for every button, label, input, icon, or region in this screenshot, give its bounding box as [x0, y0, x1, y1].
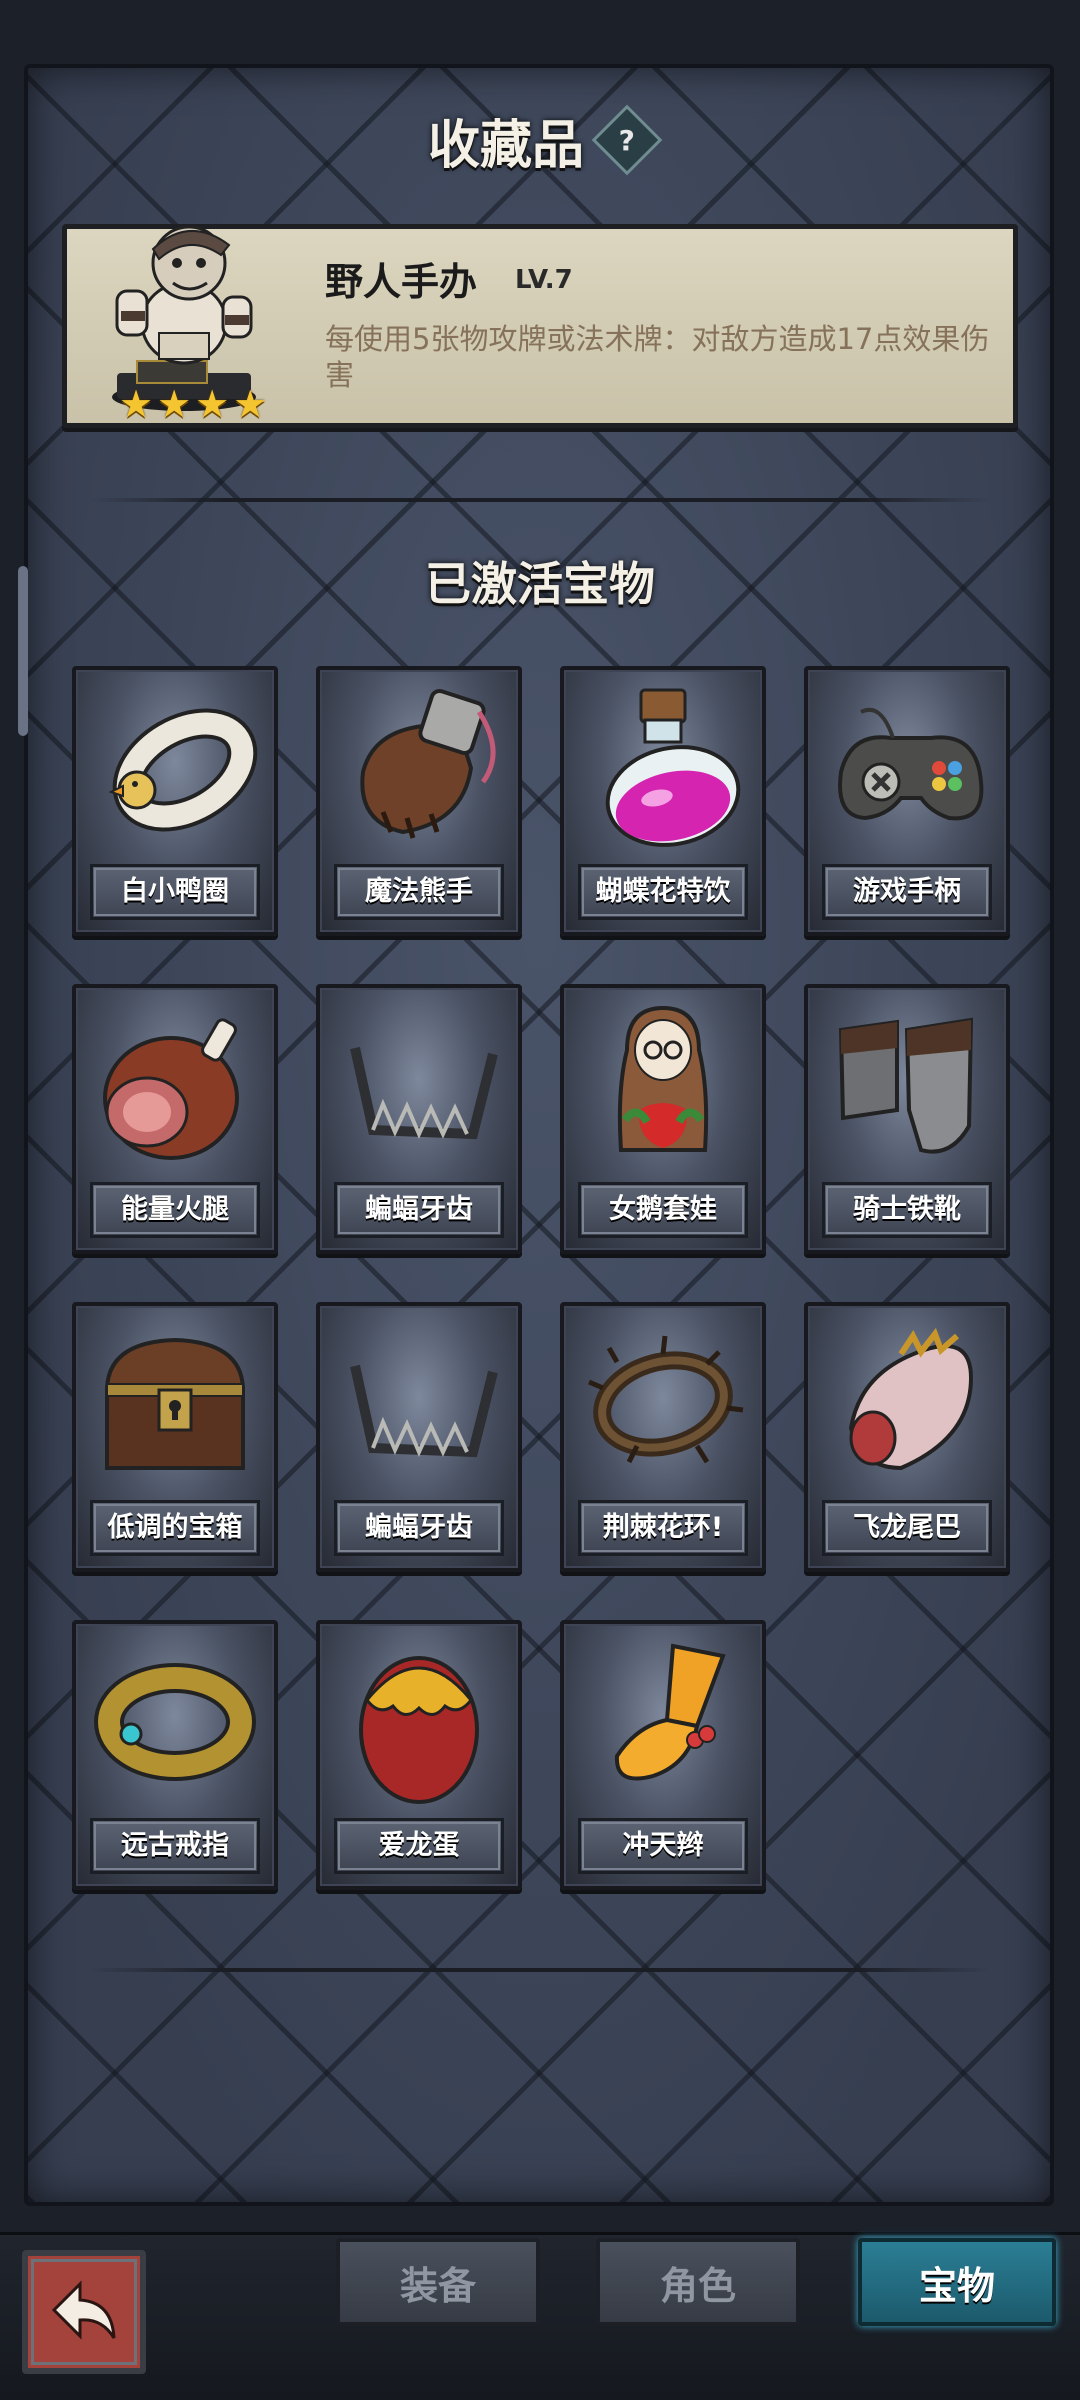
gamepad-icon	[838, 707, 984, 821]
treasure-slot[interactable]: 游戏手柄	[804, 666, 1010, 936]
bat-teeth-icon	[350, 1364, 498, 1458]
dragon-egg-icon	[359, 1656, 479, 1804]
section-title: 已激活宝物	[425, 557, 655, 611]
thorn-wreath-icon	[588, 1335, 744, 1464]
tab-treasure[interactable]: 宝物	[858, 2238, 1056, 2326]
treasure-label: 飞龙尾巴	[822, 1500, 992, 1556]
treasure-slot[interactable]: 荆棘花环!	[560, 1302, 766, 1572]
treasure-label: 远古戒指	[90, 1818, 260, 1874]
treasure-slot[interactable]: 远古戒指	[72, 1620, 278, 1890]
treasure-label: 蝴蝶花特饮	[578, 864, 748, 920]
treasure-label: 白小鸭圈	[90, 864, 260, 920]
divider	[90, 1968, 990, 1972]
treasure-label: 爱龙蛋	[334, 1818, 504, 1874]
matryoshka-icon	[617, 1005, 709, 1152]
page-title: 收藏品	[427, 115, 584, 176]
treasure-slot[interactable]: 蝙蝠牙齿	[316, 984, 522, 1254]
treasure-slot[interactable]: 低调的宝箱	[72, 1302, 278, 1572]
collectible-description: 每使用5张物攻牌或法术牌：对敌方造成17点效果伤害	[325, 322, 990, 392]
treasure-label: 女鹅套娃	[578, 1182, 748, 1238]
treasure-slot[interactable]: 骑士铁靴	[804, 984, 1010, 1254]
treasure-label: 魔法熊手	[334, 864, 504, 920]
treasure-label: 荆棘花环!	[578, 1500, 748, 1556]
star-icon: ★	[233, 382, 268, 426]
ancient-ring-icon	[94, 1663, 256, 1781]
ham-icon	[103, 1018, 239, 1160]
star-rating: ★ ★ ★ ★	[119, 385, 267, 423]
dragon-tail-icon	[848, 1327, 974, 1471]
help-icon: ?	[618, 123, 636, 157]
treasure-chest-icon	[104, 1337, 246, 1470]
header: 收藏品 ?	[0, 100, 1080, 180]
collectible-card[interactable]: ★ ★ ★ ★ 野人手办 LV.7 每使用5张物攻牌或法术牌：对敌方造成17点效…	[62, 224, 1018, 428]
treasure-label: 低调的宝箱	[90, 1500, 260, 1556]
treasure-label: 游戏手柄	[822, 864, 992, 920]
treasure-slot[interactable]: 白小鸭圈	[72, 666, 278, 936]
collectible-level: LV.7	[515, 265, 573, 295]
treasure-label: 骑士铁靴	[822, 1182, 992, 1238]
treasure-label: 蝙蝠牙齿	[334, 1182, 504, 1238]
collectible-name: 野人手办	[325, 260, 478, 304]
back-button[interactable]	[22, 2250, 146, 2374]
treasure-slot[interactable]: 能量火腿	[72, 984, 278, 1254]
tab-character[interactable]: 角色	[596, 2238, 800, 2326]
tab-equipment[interactable]: 装备	[336, 2238, 540, 2326]
treasure-label: 冲天辫	[578, 1818, 748, 1874]
help-button[interactable]: ?	[591, 104, 663, 176]
star-icon: ★	[157, 382, 192, 426]
treasure-slot[interactable]: 飞龙尾巴	[804, 1302, 1010, 1572]
star-icon: ★	[119, 382, 154, 426]
iron-boots-icon	[838, 1017, 974, 1154]
treasure-slot[interactable]: 蝙蝠牙齿	[316, 1302, 522, 1572]
treasure-label: 能量火腿	[90, 1182, 260, 1238]
back-arrow-icon	[51, 2280, 116, 2340]
star-icon: ★	[195, 382, 230, 426]
treasure-slot[interactable]: 爱龙蛋	[316, 1620, 522, 1890]
treasure-slot[interactable]: 女鹅套娃	[560, 984, 766, 1254]
treasure-slot[interactable]: 冲天辫	[560, 1620, 766, 1890]
pigtail-icon	[614, 1643, 726, 1781]
bear-paw-icon	[360, 689, 496, 839]
treasure-slot[interactable]: 蝴蝶花特饮	[560, 666, 766, 936]
divider	[90, 498, 990, 502]
treasure-label: 蝙蝠牙齿	[334, 1500, 504, 1556]
duck-ring-icon	[108, 708, 258, 832]
treasure-slot[interactable]: 魔法熊手	[316, 666, 522, 936]
bat-teeth-icon	[350, 1046, 498, 1140]
potion-icon	[605, 688, 741, 847]
